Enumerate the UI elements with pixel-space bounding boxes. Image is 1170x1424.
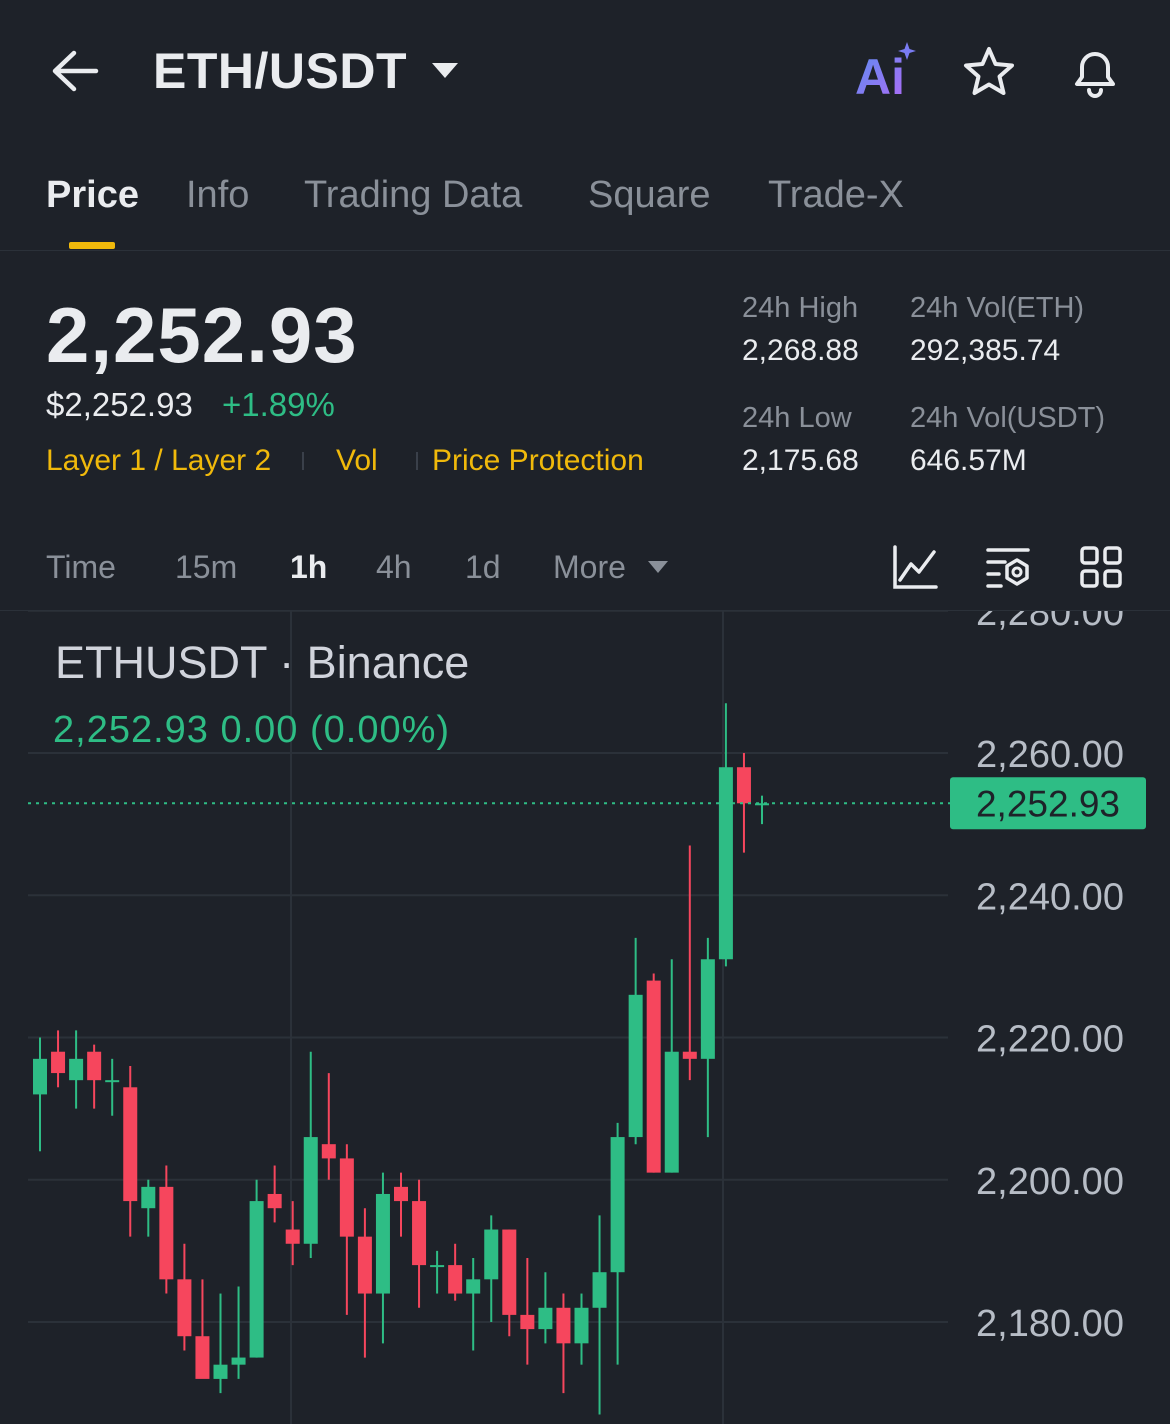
current-price-label: 2,252.93	[976, 783, 1120, 824]
indicator-settings-icon[interactable]	[985, 544, 1031, 590]
candle-body	[664, 1051, 679, 1173]
candle-body	[357, 1236, 372, 1294]
stat-vol-usdt-label: 24h Vol(USDT)	[910, 402, 1106, 434]
candle-body	[646, 980, 661, 1173]
tag-vol[interactable]: Vol	[336, 442, 378, 480]
usd-price: $2,252.93	[46, 386, 193, 423]
interval-4h[interactable]: 4h	[376, 546, 412, 588]
line-chart-icon[interactable]	[892, 544, 938, 590]
candle-body	[195, 1336, 210, 1379]
interval-more[interactable]: More	[553, 546, 626, 588]
tab-square[interactable]: Square	[588, 170, 711, 220]
stat-vol-eth-label: 24h Vol(ETH)	[910, 292, 1085, 324]
price-change-percent: +1.89%	[222, 386, 335, 423]
interval-15m[interactable]: 15m	[175, 546, 237, 588]
tag-separator	[416, 452, 418, 470]
grid-layout-icon[interactable]	[1078, 544, 1124, 590]
ai-assistant-icon[interactable]: Ai	[855, 40, 925, 100]
candle-body	[321, 1144, 336, 1159]
y-tick-label: 2,180.00	[976, 1303, 1124, 1345]
candle-body	[159, 1186, 174, 1280]
y-tick-label: 2,220.00	[976, 1019, 1124, 1061]
candle-body	[502, 1229, 517, 1315]
chart-quote: 2,252.93 0.00 (0.00%)	[53, 709, 451, 751]
candle-body	[69, 1058, 84, 1081]
candle-body	[105, 1080, 120, 1083]
candle-body	[610, 1137, 625, 1273]
candle-body	[141, 1186, 156, 1209]
candle-body	[123, 1087, 138, 1202]
candle-body	[33, 1058, 47, 1095]
interval-1d[interactable]: 1d	[465, 546, 501, 588]
star-icon[interactable]	[962, 45, 1016, 99]
stat-low-label: 24h Low	[742, 402, 852, 434]
candle-body	[87, 1051, 102, 1081]
bell-icon[interactable]	[1067, 44, 1123, 100]
candle-body	[448, 1265, 463, 1294]
candle-body	[267, 1193, 282, 1209]
candle-body	[375, 1193, 390, 1294]
stat-high-value: 2,268.88	[742, 334, 859, 367]
stat-low-value: 2,175.68	[742, 444, 859, 477]
candle-body	[538, 1307, 553, 1330]
candle-body	[466, 1279, 481, 1294]
top-bar: ETH/USDT Ai	[0, 0, 1170, 140]
candle-body	[394, 1186, 408, 1202]
candle-body	[51, 1051, 66, 1074]
candle-body	[700, 959, 715, 1059]
candle-body	[412, 1201, 427, 1266]
candle-body	[303, 1137, 318, 1244]
tab-info[interactable]: Info	[186, 170, 249, 220]
interval-time[interactable]: Time	[46, 546, 116, 588]
interval-1h[interactable]: 1h	[290, 546, 327, 588]
y-tick-label: 2,260.00	[976, 734, 1124, 776]
candle-body	[213, 1364, 228, 1379]
candle-body	[339, 1158, 354, 1237]
candle-body	[249, 1201, 264, 1358]
tab-trade-x[interactable]: Trade-X	[768, 170, 904, 220]
tab-price[interactable]: Price	[46, 170, 139, 220]
chevron-down-icon[interactable]	[432, 63, 458, 78]
candle-body	[556, 1307, 571, 1344]
candle-body	[231, 1357, 246, 1365]
chevron-down-icon[interactable]	[648, 561, 668, 573]
y-tick-label: 2,240.00	[976, 876, 1124, 918]
candle-body	[682, 1051, 697, 1059]
y-tick-label: 2,200.00	[976, 1161, 1124, 1203]
stat-vol-usdt-value: 646.57M	[910, 444, 1027, 477]
stat-vol-eth-value: 292,385.74	[910, 334, 1061, 367]
tab-trading-data[interactable]: Trading Data	[304, 170, 522, 220]
divider	[0, 250, 1170, 251]
candle-body	[736, 767, 751, 804]
candle-body	[718, 767, 733, 960]
svg-text:Ai: Ai	[855, 49, 905, 100]
candle-body	[574, 1307, 589, 1344]
candle-body	[592, 1272, 607, 1308]
active-tab-indicator	[69, 242, 115, 249]
candle-body	[430, 1265, 445, 1268]
arrow-left-icon[interactable]	[50, 48, 100, 94]
y-tick-label: 2,280.00	[976, 611, 1124, 634]
stat-high-label: 24h High	[742, 292, 859, 324]
candle-body	[177, 1279, 192, 1337]
pair-selector[interactable]: ETH/USDT	[153, 40, 407, 102]
candle-body	[628, 994, 643, 1138]
candle-body	[285, 1229, 300, 1244]
last-price: 2,252.93	[46, 291, 358, 379]
tag-price-protection[interactable]: Price Protection	[432, 442, 644, 480]
candle-body	[484, 1229, 499, 1280]
tag-layer[interactable]: Layer 1 / Layer 2	[46, 442, 271, 480]
candle-body	[520, 1314, 535, 1330]
tag-separator	[302, 452, 304, 470]
chart-title: ETHUSDT · Binance	[55, 637, 470, 688]
